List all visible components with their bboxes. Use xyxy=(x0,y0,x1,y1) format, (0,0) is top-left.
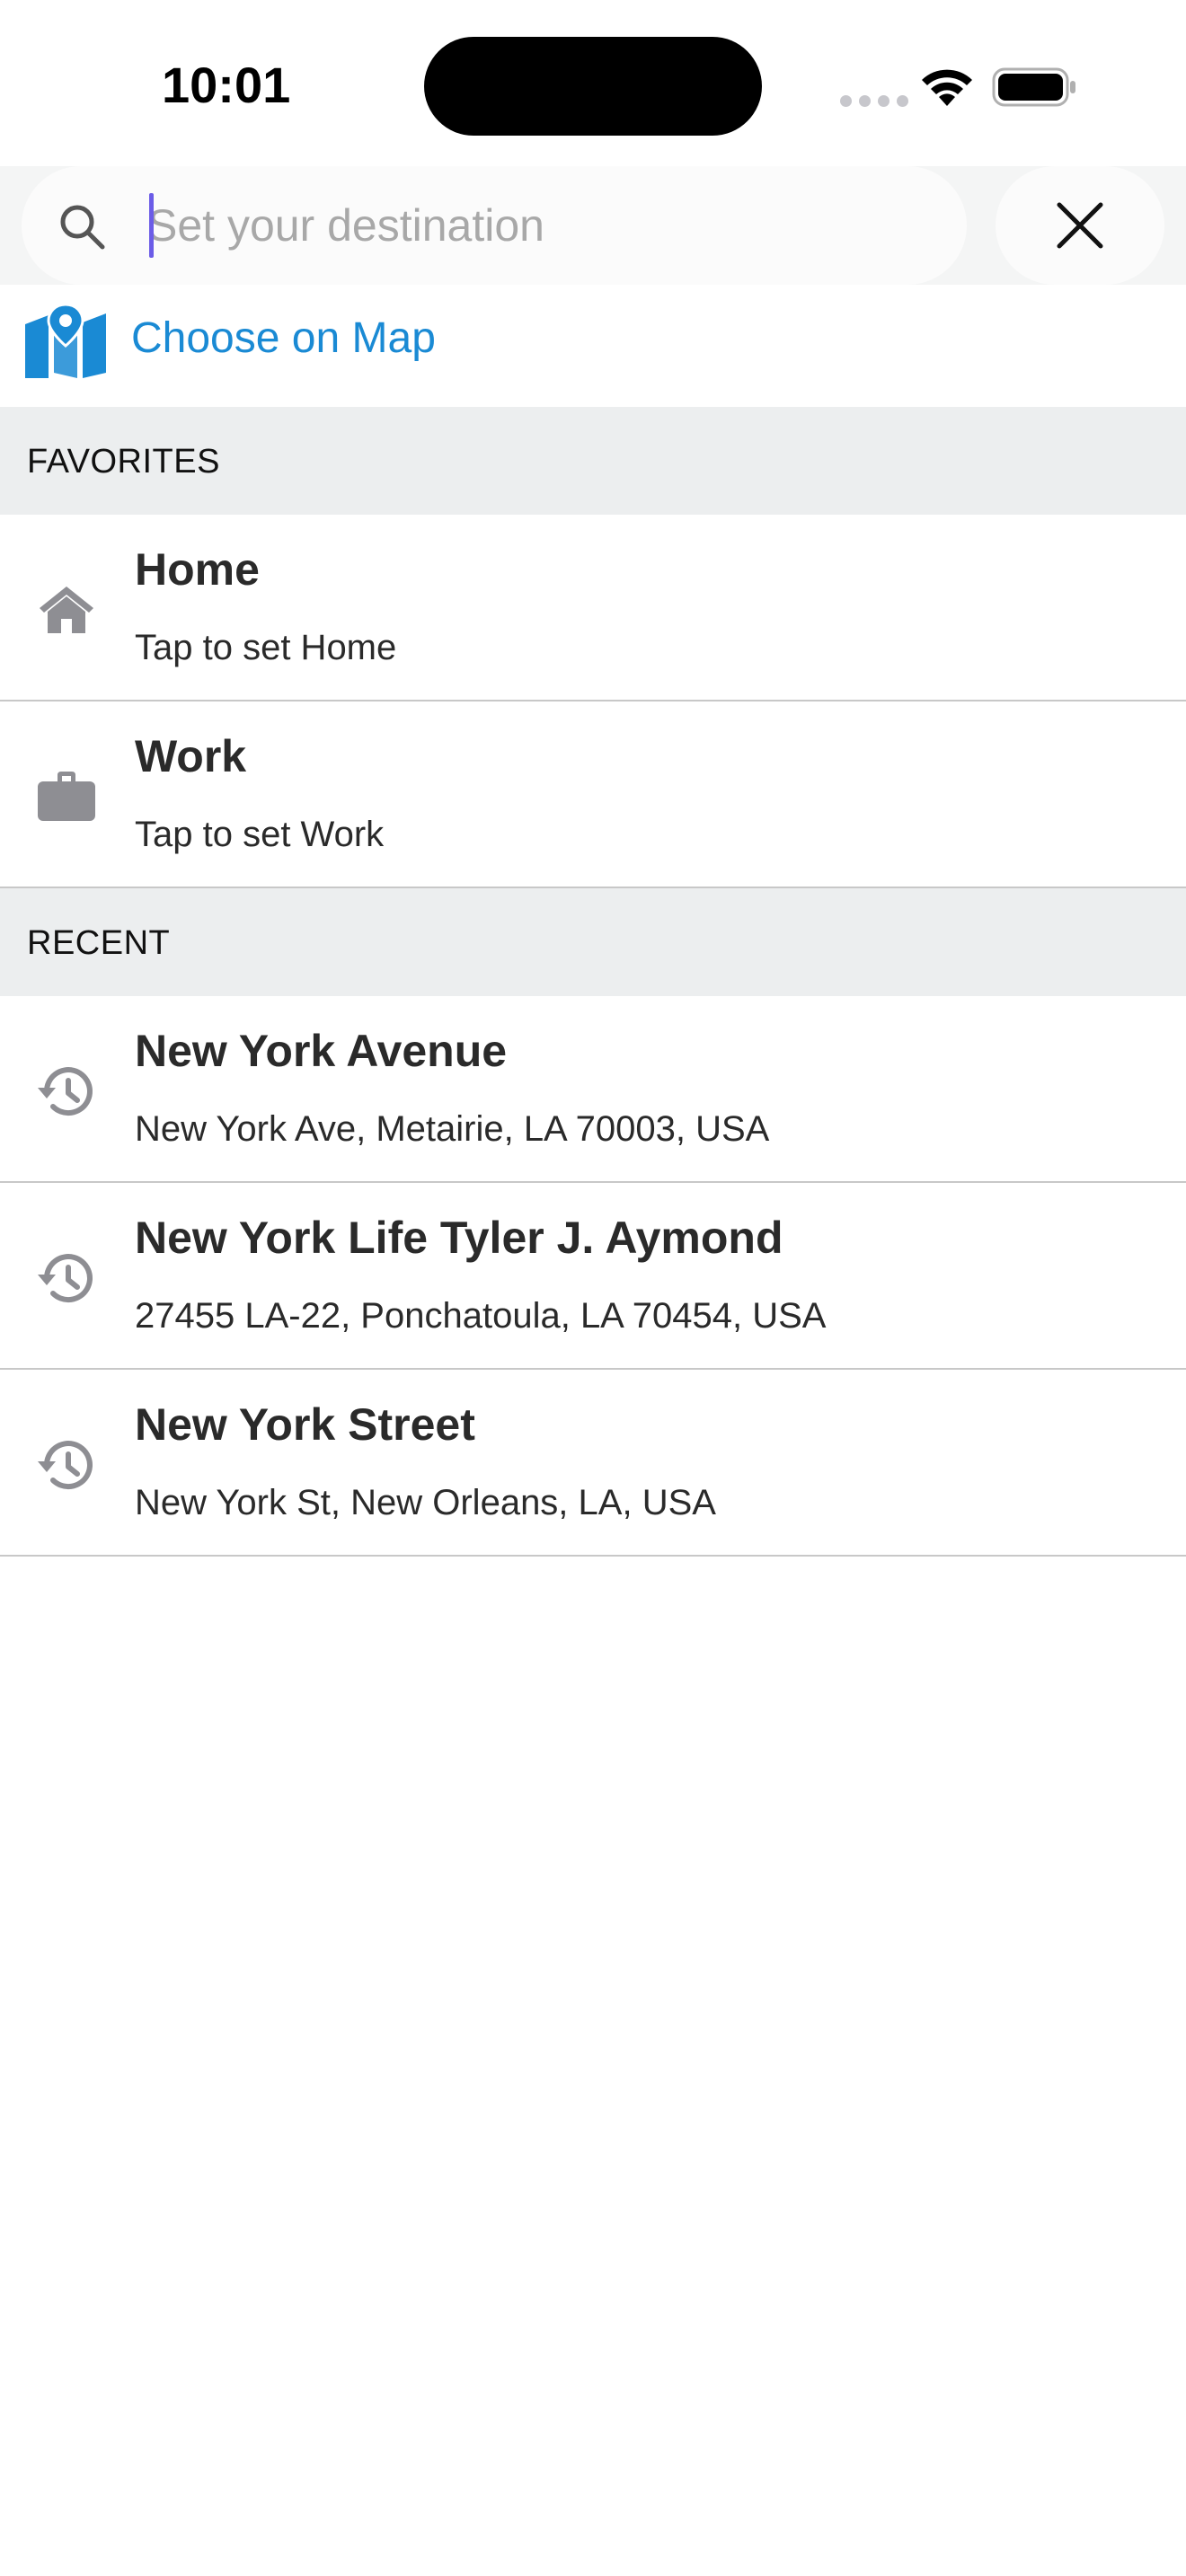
history-icon xyxy=(38,1067,93,1116)
choose-on-map-row[interactable]: Choose on Map xyxy=(0,285,1186,407)
destination-search-input[interactable] xyxy=(147,190,938,261)
history-icon xyxy=(38,1441,93,1490)
status-bar: 10:01 xyxy=(0,0,1186,166)
recent-subtitle: 27455 LA-22, Ponchatoula, LA 70454, USA xyxy=(135,1296,827,1336)
recent-title: New York Street xyxy=(135,1399,475,1450)
favorite-subtitle: Tap to set Home xyxy=(135,628,397,667)
close-button[interactable] xyxy=(996,166,1164,285)
favorite-title: Work xyxy=(135,731,247,781)
cellular-signal-icon xyxy=(840,95,908,107)
dynamic-island xyxy=(424,37,762,136)
recent-title: New York Life Tyler J. Aymond xyxy=(135,1213,783,1263)
search-box[interactable] xyxy=(22,166,967,285)
wifi-icon xyxy=(922,69,972,106)
favorites-section-header: FAVORITES xyxy=(0,407,1186,515)
favorite-title: Home xyxy=(135,544,260,595)
battery-icon xyxy=(992,67,1075,107)
text-caret xyxy=(149,193,154,258)
home-icon xyxy=(40,587,93,633)
recent-section-title: RECENT xyxy=(27,924,171,962)
favorite-subtitle: Tap to set Work xyxy=(135,815,385,854)
recent-subtitle: New York Ave, Metairie, LA 70003, USA xyxy=(135,1109,770,1149)
recent-item[interactable]: New York Avenue New York Ave, Metairie, … xyxy=(0,996,1186,1183)
favorites-section-title: FAVORITES xyxy=(27,443,220,481)
history-icon xyxy=(38,1254,93,1303)
recent-section-header: RECENT xyxy=(0,888,1186,996)
choose-on-map-label: Choose on Map xyxy=(131,314,436,362)
recent-item[interactable]: New York Life Tyler J. Aymond 27455 LA-2… xyxy=(0,1183,1186,1370)
status-time: 10:01 xyxy=(162,57,291,113)
close-icon xyxy=(1057,202,1103,249)
favorite-item-work[interactable]: Work Tap to set Work xyxy=(0,701,1186,888)
search-icon xyxy=(60,205,105,250)
recent-subtitle: New York St, New Orleans, LA, USA xyxy=(135,1483,716,1522)
recent-item[interactable]: New York Street New York St, New Orleans… xyxy=(0,1370,1186,1557)
search-header xyxy=(0,166,1186,285)
recent-title: New York Avenue xyxy=(135,1026,508,1076)
briefcase-icon xyxy=(38,772,95,821)
favorite-item-home[interactable]: Home Tap to set Home xyxy=(0,515,1186,701)
map-pin-icon xyxy=(25,304,106,378)
